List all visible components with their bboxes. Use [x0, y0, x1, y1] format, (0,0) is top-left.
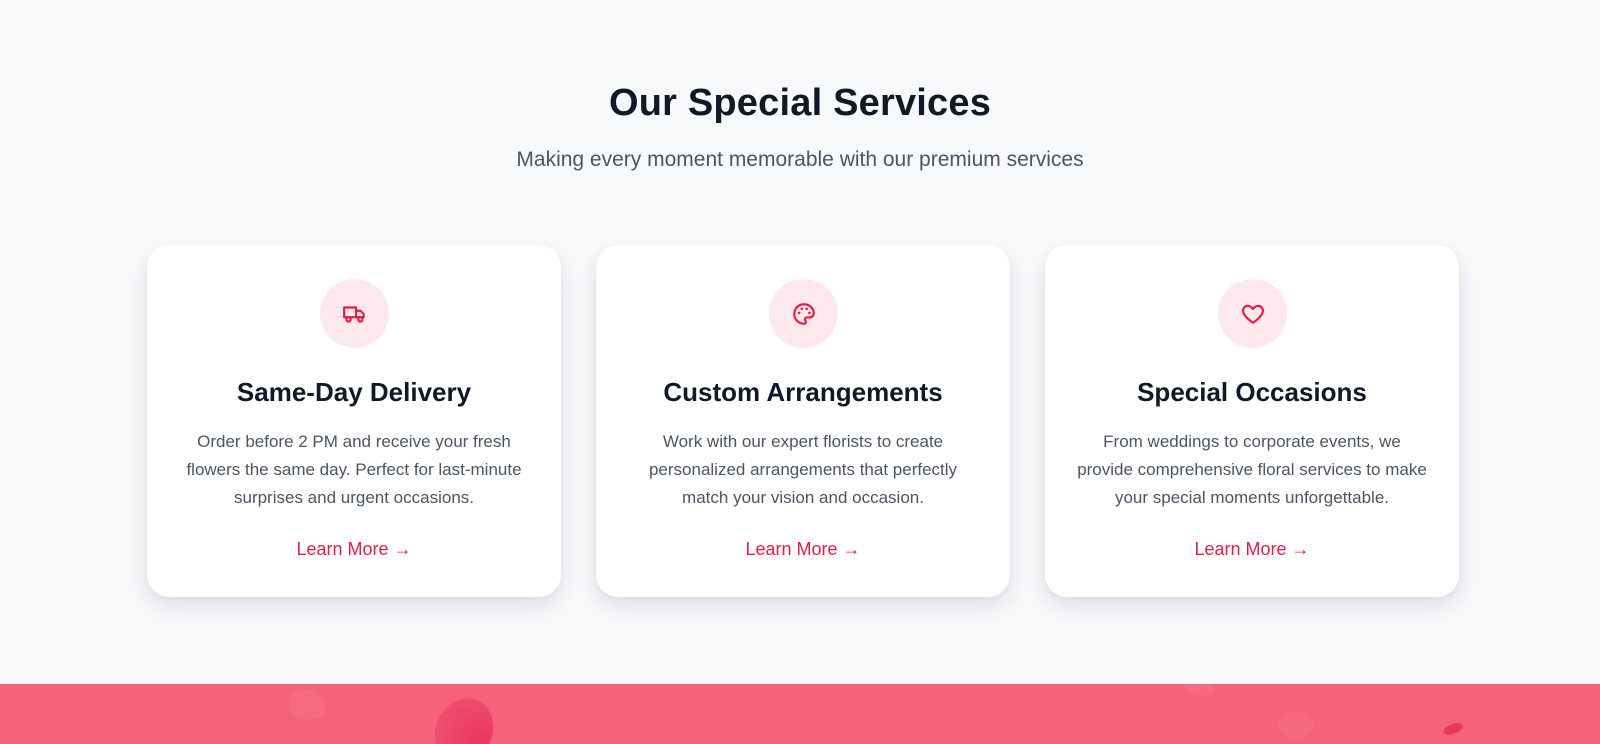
service-card-custom-arrangements: Custom Arrangements Work with our expert… — [596, 245, 1010, 597]
card-description: From weddings to corporate events, we pr… — [1077, 432, 1427, 507]
services-section: Our Special Services Making every moment… — [0, 0, 1600, 684]
petal-decoration — [1442, 721, 1464, 737]
section-subtitle: Making every moment memorable with our p… — [516, 148, 1084, 171]
icon-badge — [1218, 279, 1287, 348]
section-title: Our Special Services — [608, 82, 992, 124]
card-description: Order before 2 PM and receive your fresh… — [186, 432, 522, 507]
learn-more-link[interactable]: Learn More → — [147, 539, 561, 560]
service-card-special-occasions: Special Occasions From weddings to corpo… — [1045, 245, 1459, 597]
heart-icon — [1241, 304, 1264, 324]
card-title: Custom Arrangements — [663, 377, 943, 407]
service-card-same-day-delivery: Same-Day Delivery Order before 2 PM and … — [147, 245, 561, 597]
icon-badge — [769, 279, 838, 348]
card-title: Same-Day Delivery — [236, 377, 472, 407]
petal-decoration — [1183, 684, 1217, 701]
icon-badge — [320, 279, 389, 348]
card-description: Work with our expert florists to create … — [648, 432, 958, 507]
palette-icon — [792, 302, 815, 325]
learn-more-link[interactable]: Learn More → — [1045, 539, 1459, 560]
truck-icon — [342, 305, 365, 323]
card-title: Special Occasions — [1137, 377, 1367, 407]
petal-decoration — [1274, 704, 1318, 744]
petal-decoration — [424, 691, 504, 744]
learn-more-link[interactable]: Learn More → — [596, 539, 1010, 560]
decorative-band — [0, 684, 1600, 744]
petal-decoration — [283, 684, 331, 728]
